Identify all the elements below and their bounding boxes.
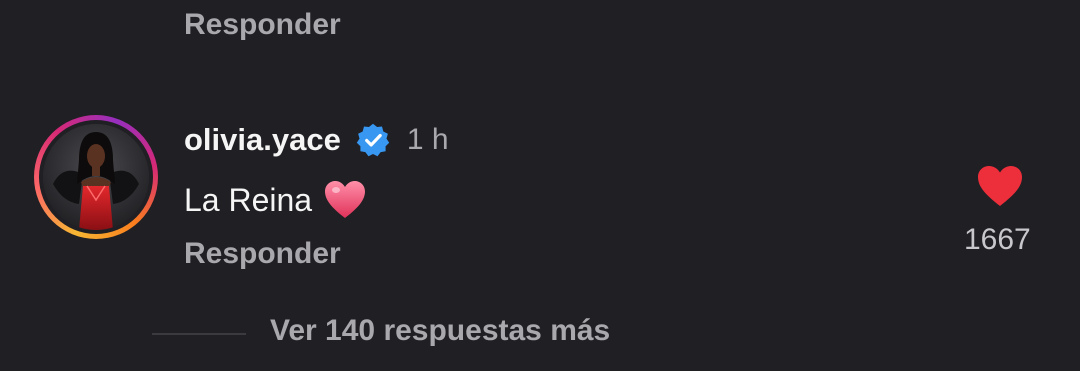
reply-button[interactable]: Responder xyxy=(184,8,341,42)
like-heart-icon[interactable] xyxy=(976,164,1024,208)
view-more-replies-button[interactable]: Ver 140 respuestas más xyxy=(270,314,610,348)
pink-heart-emoji xyxy=(325,181,366,218)
reply-button[interactable]: Responder xyxy=(184,237,341,271)
avatar-image xyxy=(43,124,149,230)
like-count: 1667 xyxy=(964,223,1031,256)
comment-text: La Reina xyxy=(184,181,313,218)
comment-text-row: La Reina xyxy=(184,180,366,220)
story-ring[interactable] xyxy=(34,115,158,239)
verified-badge-icon xyxy=(356,123,390,157)
comment-thread: Responder olivia.yace 1 h La Reina Respo… xyxy=(0,0,1080,371)
comment-header: olivia.yace 1 h xyxy=(184,120,449,160)
replies-divider xyxy=(152,333,246,335)
username[interactable]: olivia.yace xyxy=(184,122,341,158)
avatar[interactable] xyxy=(43,124,149,230)
timestamp: 1 h xyxy=(406,123,449,156)
avatar-gap xyxy=(39,120,153,234)
